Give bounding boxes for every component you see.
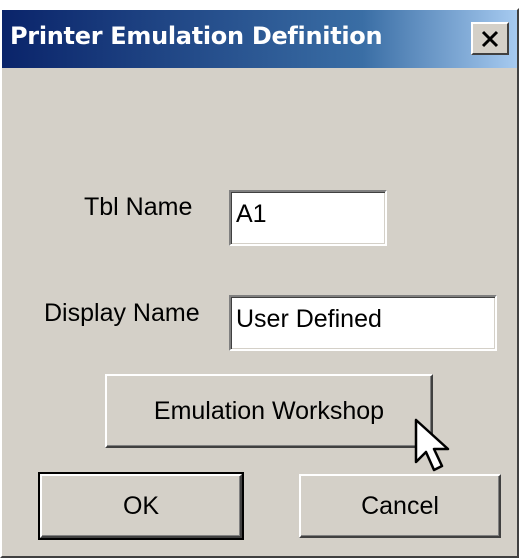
cancel-label: Cancel <box>361 491 439 520</box>
emulation-workshop-button[interactable]: Emulation Workshop <box>105 374 433 448</box>
display-name-input[interactable]: User Defined <box>229 295 497 351</box>
display-name-label: Display Name <box>44 299 200 327</box>
window-title: Printer Emulation Definition <box>10 22 383 50</box>
emulation-workshop-label: Emulation Workshop <box>153 396 385 425</box>
ok-button[interactable]: OK <box>38 472 244 540</box>
tbl-name-label: Tbl Name <box>84 193 193 221</box>
cancel-button[interactable]: Cancel <box>299 474 501 538</box>
tbl-name-input[interactable]: A1 <box>229 190 387 246</box>
title-bar[interactable]: Printer Emulation Definition <box>2 10 517 68</box>
ok-label: OK <box>122 491 160 520</box>
dialog-window: Printer Emulation Definition Tbl Name A1… <box>0 8 519 558</box>
close-button[interactable] <box>471 22 509 55</box>
close-icon <box>480 30 500 48</box>
